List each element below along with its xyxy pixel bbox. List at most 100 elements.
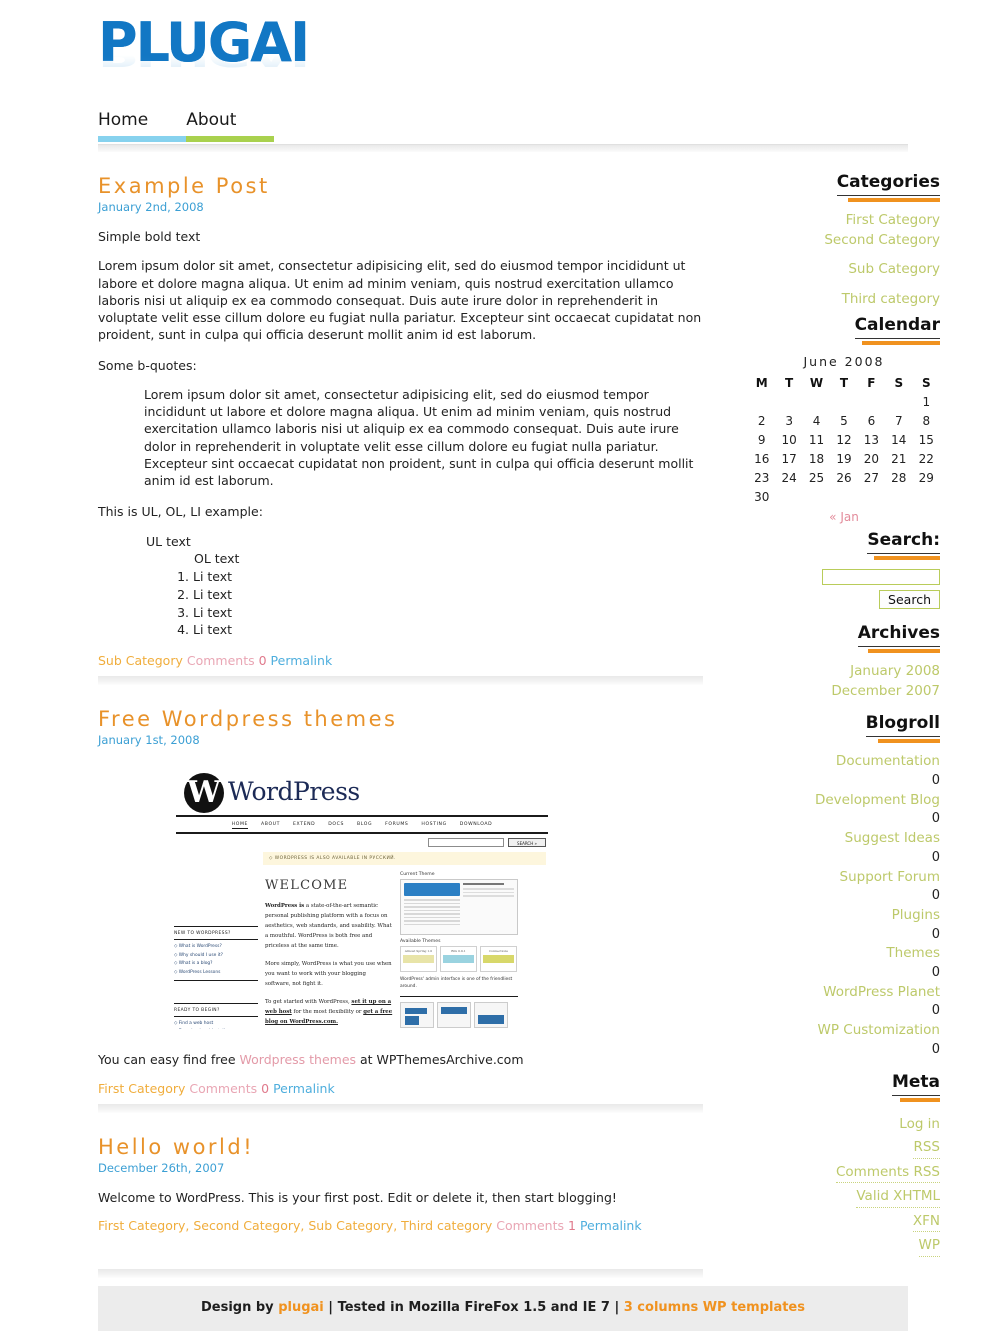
- calendar-day-cell: [803, 392, 830, 411]
- sidebar-blogroll-link[interactable]: Documentation: [748, 752, 940, 772]
- wp-shot-body: NEW TO WORDPRESS? What is WordPress? Why …: [174, 872, 546, 1029]
- post-title[interactable]: Free Wordpress themes: [98, 707, 710, 731]
- search-button[interactable]: Search: [879, 590, 940, 610]
- sidebar-archive-link[interactable]: January 2008: [748, 662, 940, 682]
- sidebar-meta-link[interactable]: RSS: [913, 1138, 940, 1159]
- calendar-day-cell: [803, 487, 830, 506]
- calendar-week-row: 23 24 25 26 27 28 29: [748, 468, 940, 487]
- post-comments-link[interactable]: Comments: [496, 1218, 564, 1233]
- wp-shot-left-header2: READY TO BEGIN?: [174, 1002, 258, 1017]
- after-image-post: at WPThemesArchive.com: [356, 1052, 524, 1068]
- sidebar-underline-calendar: [862, 341, 940, 346]
- nav-active-bar-about: [186, 136, 275, 142]
- site-logo[interactable]: PLUGAI PLUGAI: [98, 16, 310, 100]
- sidebar-meta-link[interactable]: Valid XHTML: [856, 1187, 940, 1208]
- sidebar-meta-row: WP: [748, 1232, 940, 1257]
- wp-shot-left-item: WordPress Lessons: [174, 970, 258, 975]
- wp-shot-left-item: What is WordPress?: [174, 944, 258, 949]
- calendar-day-cell: [858, 487, 885, 506]
- calendar-day-cell: 11: [808, 432, 825, 447]
- ordered-list: Li textLi textLi textLi text: [98, 568, 710, 639]
- wp-shot-nav: HOME ABOUT EXTEND DOCS BLOG FORUMS HOSTING DOWN…: [176, 820, 548, 835]
- nav-item-about[interactable]: About: [186, 110, 275, 142]
- list-item: Li text: [193, 568, 710, 586]
- sidebar-meta-link[interactable]: Comments RSS: [836, 1163, 940, 1184]
- wp-shot-available-themes-label: Available Themes: [400, 939, 441, 945]
- sidebar-blogroll-link[interactable]: Support Forum: [748, 868, 940, 888]
- sidebar-meta-row: Log in: [748, 1111, 940, 1135]
- sidebar-meta-link[interactable]: XFN: [912, 1212, 940, 1233]
- calendar-table: MTWTFSS 1 2 3 4 5 6 7 8 9 10 11 12 13 14 15 16 17 18 19 20 2…: [748, 374, 940, 506]
- sidebar-meta-row: Valid XHTML: [748, 1183, 940, 1208]
- post-category-link[interactable]: First Category: [98, 1081, 185, 1096]
- calendar-weekday: S: [894, 376, 904, 391]
- post-title[interactable]: Example Post: [98, 174, 710, 198]
- nav-item-home[interactable]: Home: [98, 110, 187, 142]
- post-categories-link[interactable]: First Category, Second Category, Sub Cat…: [98, 1218, 492, 1233]
- sidebar-blogroll-link[interactable]: WordPress Planet: [748, 983, 940, 1003]
- wp-shot-left-list: What is WordPress? Why should I use it? Wh…: [174, 944, 258, 975]
- calendar-day-cell: [913, 487, 940, 506]
- calendar-day-cell: 23: [754, 470, 770, 485]
- sidebar-category-link[interactable]: Second Category: [748, 231, 940, 251]
- sidebar-blogroll-count: 0: [931, 849, 940, 865]
- sidebar-archives-list: January 2008 December 2007: [748, 662, 940, 701]
- search-input[interactable]: [822, 569, 940, 586]
- sidebar-blogroll-link[interactable]: WP Customization: [748, 1021, 940, 1041]
- wp-shot-welcome-heading: WELCOME: [265, 878, 349, 894]
- nav-link-about[interactable]: About: [186, 110, 236, 136]
- calendar-day-cell: 5: [840, 413, 848, 428]
- calendar-weekday: T: [839, 376, 849, 391]
- post-title[interactable]: Hello world!: [98, 1135, 710, 1159]
- sidebar-category-link[interactable]: Sub Category: [748, 260, 940, 280]
- sidebar-category-link[interactable]: First Category: [748, 211, 940, 231]
- sidebar-meta-link[interactable]: WP: [918, 1236, 940, 1257]
- sidebar-meta-link[interactable]: Log in: [899, 1115, 940, 1135]
- nav-active-bar-home: [98, 136, 187, 142]
- ol-text: OL text: [194, 551, 240, 567]
- wp-shot-theme-card: Almost Spring 1.0: [400, 946, 437, 973]
- wp-shot-theme-card: Blix 0.9.1: [440, 946, 477, 973]
- post-permalink-link[interactable]: Permalink: [273, 1081, 335, 1096]
- wp-shot-right-column: Current Theme Available Themes Almost Sp…: [400, 872, 518, 1029]
- post-permalink-link[interactable]: Permalink: [580, 1218, 642, 1233]
- nav-link-home[interactable]: Home: [98, 110, 148, 136]
- wordpress-themes-link[interactable]: Wordpress themes: [240, 1052, 357, 1067]
- sidebar-blogroll-link[interactable]: Themes: [748, 944, 940, 964]
- wp-shot-para2: More simply, WordPress is what you use w…: [265, 961, 392, 988]
- calendar-prev-link[interactable]: « Jan: [829, 510, 859, 524]
- wordpress-screenshot-image: W WordPress HOME ABOUT EXTEND DOCS BLOG FORUM…: [166, 771, 558, 1030]
- sidebar-title-search: Search:: [867, 530, 940, 555]
- calendar-day-cell: 22: [918, 451, 934, 466]
- post-comments-link[interactable]: Comments: [187, 653, 255, 668]
- wp-shot-admin-left: [404, 883, 460, 931]
- sidebar-section-calendar: Calendar June 2008 MTWTFSS 1 2 3 4 5 6 7 8 9 10 11…: [748, 315, 940, 524]
- sidebar: Categories First Category Second Category…: [748, 152, 940, 1263]
- sidebar-archive-link[interactable]: December 2007: [748, 682, 940, 702]
- post-category-link[interactable]: Sub Category: [98, 653, 183, 668]
- post-comments-link[interactable]: Comments: [189, 1081, 257, 1096]
- sidebar-category-link[interactable]: Third category: [748, 290, 940, 310]
- list-item: Li text: [193, 621, 710, 639]
- sidebar-blogroll-link[interactable]: Plugins: [748, 906, 940, 926]
- calendar-weekday: M: [755, 376, 768, 391]
- post-permalink-link[interactable]: Permalink: [271, 653, 333, 668]
- sidebar-meta-row: XFN: [748, 1208, 940, 1233]
- footer-author-link[interactable]: plugai: [278, 1300, 324, 1315]
- ul-text: UL text: [146, 533, 191, 549]
- wp-shot-theme-cards: Almost Spring 1.0 Blix 0.9.1 Connections: [400, 946, 518, 973]
- sidebar-underline-categories: [848, 198, 940, 202]
- calendar-day-cell: 26: [836, 470, 852, 485]
- sidebar-blogroll-link[interactable]: Development Blog: [748, 791, 940, 811]
- post-blockquote: Lorem ipsum dolor sit amet, consectetur …: [144, 386, 694, 489]
- post-comments-count: 0: [261, 1080, 270, 1096]
- footer-templates-link[interactable]: 3 columns WP templates: [624, 1300, 805, 1315]
- sidebar-blogroll-link[interactable]: Suggest Ideas: [748, 829, 940, 849]
- wp-shot-caption: WordPress' admin interface is one of the…: [400, 977, 513, 990]
- wp-shot-search-row: SEARCH »: [166, 838, 546, 848]
- wp-shot-screens: [400, 1002, 518, 1029]
- site-header: PLUGAI PLUGAI: [0, 0, 1007, 110]
- calendar-body: 1 2 3 4 5 6 7 8 9 10 11 12 13 14 15 16 17 18 19 20 21 22 23 24 2…: [748, 392, 940, 506]
- wordpress-wordmark: WordPress: [228, 777, 360, 807]
- wp-shot-para1: WordPress is a state-of-the-art semantic…: [265, 901, 393, 951]
